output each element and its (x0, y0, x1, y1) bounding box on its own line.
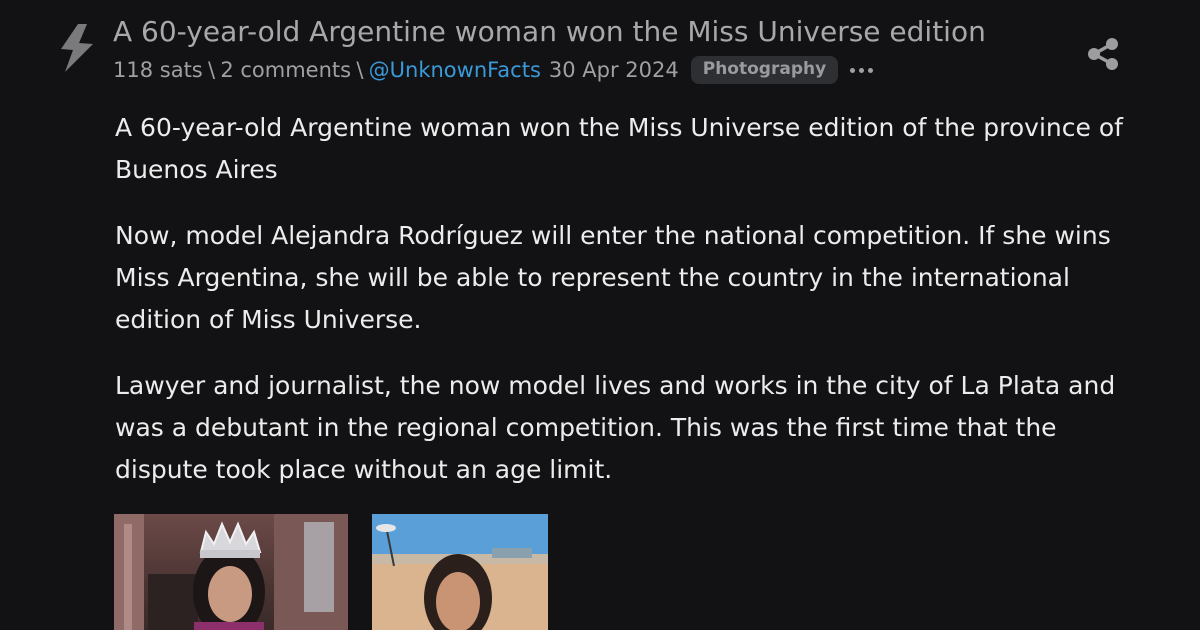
author-link[interactable]: @UnknownFacts (369, 58, 541, 82)
body-paragraph: A 60-year-old Argentine woman won the Mi… (115, 113, 1123, 184)
body-paragraph: Now, model Alejandra Rodríguez will ente… (115, 221, 1111, 334)
more-icon[interactable] (850, 60, 874, 80)
sub-tag-badge[interactable]: Photography (690, 56, 839, 84)
more-dot (859, 67, 865, 73)
body-paragraph: Lawyer and journalist, the now model liv… (115, 371, 1116, 484)
post-date[interactable]: 30 Apr 2024 (549, 58, 679, 82)
more-dot (850, 67, 856, 73)
post-page: A 60-year-old Argentine woman won the Mi… (0, 0, 1200, 630)
zap-icon[interactable] (58, 22, 96, 74)
post-title[interactable]: A 60-year-old Argentine woman won the Mi… (113, 14, 986, 50)
comments-link[interactable]: 2 comments (220, 58, 351, 82)
more-dot (868, 67, 874, 73)
post-meta: 118 sats \ 2 comments \ @UnknownFacts 30… (113, 56, 874, 84)
meta-separator: \ (208, 58, 216, 82)
meta-separator: \ (356, 58, 364, 82)
share-icon[interactable] (1086, 37, 1120, 71)
post-body: A 60-year-old Argentine woman won the Mi… (115, 107, 1125, 515)
sats-count[interactable]: 118 sats (113, 58, 203, 82)
beach-selfie-photo[interactable] (372, 514, 548, 630)
crowned-woman-photo[interactable] (114, 514, 348, 630)
